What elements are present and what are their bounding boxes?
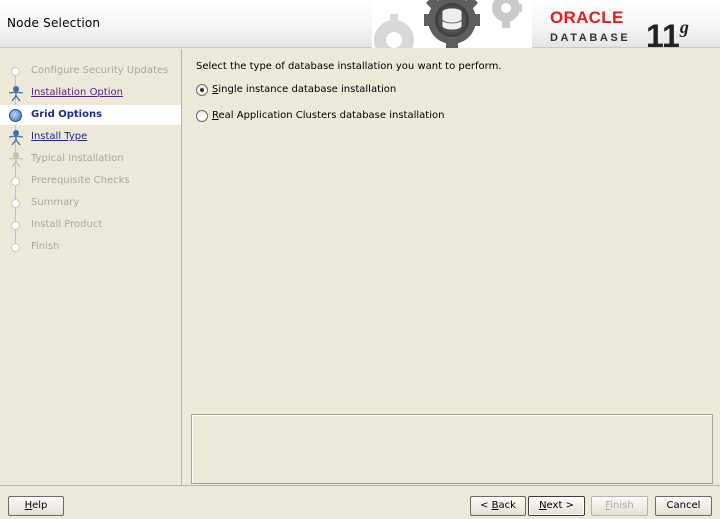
page-title: Node Selection bbox=[7, 16, 101, 30]
rac-radio[interactable] bbox=[196, 110, 208, 122]
nav-item-label: Configure Security Updates bbox=[31, 65, 169, 76]
button-bar: Help < Back Next > Finish Cancel bbox=[0, 485, 720, 519]
nav-item-configure-security-updates: Configure Security Updates bbox=[0, 61, 181, 81]
nav-item-label: Typical Installation bbox=[31, 153, 124, 164]
step-done-figure-icon bbox=[8, 86, 24, 102]
header-banner: Node Selection ORACLE DATABASE 11g bbox=[0, 0, 720, 53]
finish-button: Finish bbox=[591, 496, 648, 516]
nav-item-label: Finish bbox=[31, 241, 60, 252]
single-instance-label[interactable]: Single instance database installation bbox=[212, 84, 396, 95]
nav-item-label: Grid Options bbox=[31, 109, 103, 120]
nav-item-label[interactable]: Installation Option bbox=[31, 87, 123, 98]
rac-label[interactable]: Real Application Clusters database insta… bbox=[212, 110, 444, 121]
oracle-logo: ORACLE DATABASE 11g bbox=[548, 8, 718, 53]
step-figure-icon bbox=[8, 130, 24, 146]
step-pending-icon bbox=[11, 177, 20, 186]
step-figure-icon bbox=[8, 152, 24, 168]
nav-item-grid-options[interactable]: Grid Options bbox=[0, 105, 181, 125]
step-pending-icon bbox=[11, 67, 20, 76]
single-instance-radio[interactable] bbox=[196, 84, 208, 96]
step-pending-icon bbox=[11, 243, 20, 252]
main-panel: Select the type of database installation… bbox=[183, 49, 720, 485]
nav-item-typical-installation: Typical Installation bbox=[0, 149, 181, 169]
nav-item-label: Summary bbox=[31, 197, 80, 208]
nav-item-install-product: Install Product bbox=[0, 215, 181, 235]
gears-illustration-icon bbox=[372, 0, 532, 48]
wizard-step-nav: Configure Security Updates Installation … bbox=[0, 49, 182, 485]
nav-item-installation-option[interactable]: Installation Option bbox=[0, 83, 181, 103]
next-button[interactable]: Next > bbox=[528, 496, 585, 516]
version-mark: 11g bbox=[646, 17, 689, 54]
help-button[interactable]: Help bbox=[8, 496, 64, 516]
nav-item-label: Prerequisite Checks bbox=[31, 175, 130, 186]
step-pending-icon bbox=[11, 199, 20, 208]
nav-item-label: Install Product bbox=[31, 219, 103, 230]
nav-item-label[interactable]: Install Type bbox=[31, 131, 87, 142]
nav-item-summary: Summary bbox=[0, 193, 181, 213]
instruction-text: Select the type of database installation… bbox=[196, 61, 502, 72]
nav-item-finish: Finish bbox=[0, 237, 181, 257]
back-button[interactable]: < Back bbox=[470, 496, 526, 516]
nav-item-install-type[interactable]: Install Type bbox=[0, 127, 181, 147]
message-area bbox=[191, 414, 713, 484]
step-current-icon bbox=[9, 109, 22, 122]
cancel-button[interactable]: Cancel bbox=[655, 496, 712, 516]
oracle-wordmark: ORACLE bbox=[550, 8, 624, 27]
nav-item-prerequisite-checks: Prerequisite Checks bbox=[0, 171, 181, 191]
step-pending-icon bbox=[11, 221, 20, 230]
database-wordmark: DATABASE bbox=[550, 32, 631, 44]
